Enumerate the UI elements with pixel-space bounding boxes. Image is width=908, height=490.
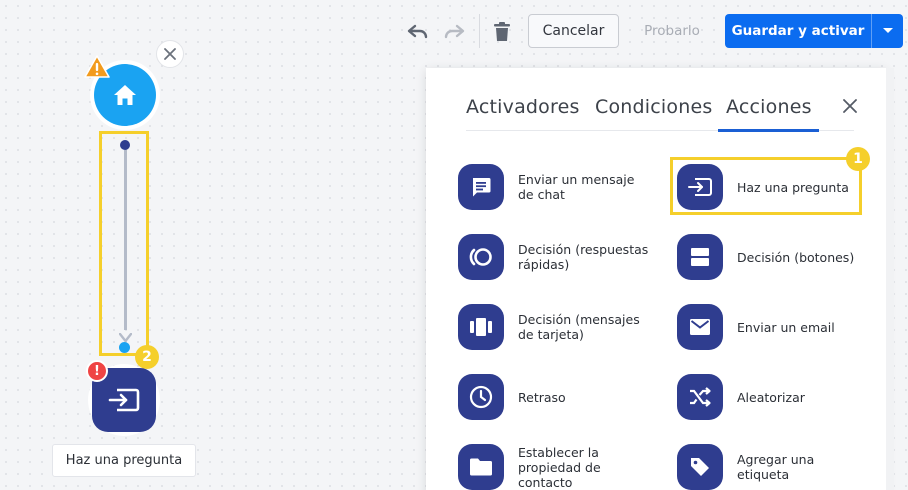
action-label: Decisión (mensajes de tarjeta)	[518, 312, 640, 342]
warning-icon	[84, 55, 110, 79]
action-label: Haz una pregunta	[737, 179, 849, 195]
clock-icon	[458, 374, 504, 420]
undo-icon[interactable]	[405, 19, 431, 45]
action-add-tag[interactable]: Agregar una etiqueta	[677, 444, 847, 490]
action-randomize[interactable]: Aleatorizar	[677, 374, 867, 420]
save-activate-label[interactable]: Guardar y activar	[725, 23, 871, 39]
cancel-button[interactable]: Cancelar	[528, 14, 619, 48]
folder-icon	[458, 444, 504, 490]
tab-condiciones[interactable]: Condiciones	[595, 96, 712, 118]
test-button[interactable]: Probarlo	[634, 14, 710, 48]
action-label: Enviar un email	[737, 319, 835, 335]
remove-node-button[interactable]	[156, 40, 184, 68]
connector-end-dot[interactable]	[119, 342, 130, 353]
tag-icon	[677, 444, 723, 490]
quick-replies-icon	[458, 234, 504, 280]
callout-badge-2: 2	[135, 345, 159, 369]
close-icon[interactable]	[840, 96, 860, 116]
action-label: Enviar un mensaje de chat	[518, 172, 635, 202]
buttons-icon	[677, 234, 723, 280]
panel-scrollbar[interactable]	[886, 68, 894, 490]
connector-start-dot[interactable]	[120, 140, 130, 150]
connector-line	[124, 150, 127, 330]
tab-activadores[interactable]: Activadores	[466, 96, 580, 118]
action-label: Retraso	[518, 389, 566, 405]
error-badge: !	[86, 360, 108, 382]
action-send-email[interactable]: Enviar un email	[677, 304, 867, 350]
mail-icon	[677, 304, 723, 350]
action-send-chat[interactable]: Enviar un mensaje de chat	[458, 164, 646, 210]
input-icon	[677, 164, 723, 210]
action-ask-question[interactable]: Haz una pregunta	[677, 164, 867, 210]
chevron-down-icon[interactable]	[872, 27, 903, 35]
tab-acciones[interactable]: Acciones	[726, 96, 812, 118]
shuffle-icon	[677, 374, 723, 420]
action-decision-cards[interactable]: Decisión (mensajes de tarjeta)	[458, 304, 646, 350]
active-tab-indicator	[718, 129, 819, 132]
trash-icon[interactable]	[489, 19, 515, 45]
action-decision-buttons[interactable]: Decisión (botones)	[677, 234, 867, 280]
question-node-label: Haz una pregunta	[52, 444, 196, 477]
action-label: Establecer la propiedad de contacto	[518, 444, 601, 490]
close-icon	[164, 48, 176, 60]
action-label: Agregar una etiqueta	[737, 452, 815, 482]
action-set-contact-property[interactable]: Establecer la propiedad de contacto	[458, 444, 646, 490]
save-activate-button[interactable]: Guardar y activar	[725, 14, 903, 48]
action-label: Aleatorizar	[737, 389, 805, 405]
action-label: Decisión (respuestas rápidas)	[518, 242, 649, 272]
toolbar-divider	[479, 14, 480, 48]
action-decision-quick-replies[interactable]: Decisión (respuestas rápidas)	[458, 234, 650, 280]
action-delay[interactable]: Retraso	[458, 374, 646, 420]
redo-icon[interactable]	[441, 19, 467, 45]
cards-icon	[458, 304, 504, 350]
action-label: Decisión (botones)	[737, 249, 855, 265]
chat-icon	[458, 164, 504, 210]
